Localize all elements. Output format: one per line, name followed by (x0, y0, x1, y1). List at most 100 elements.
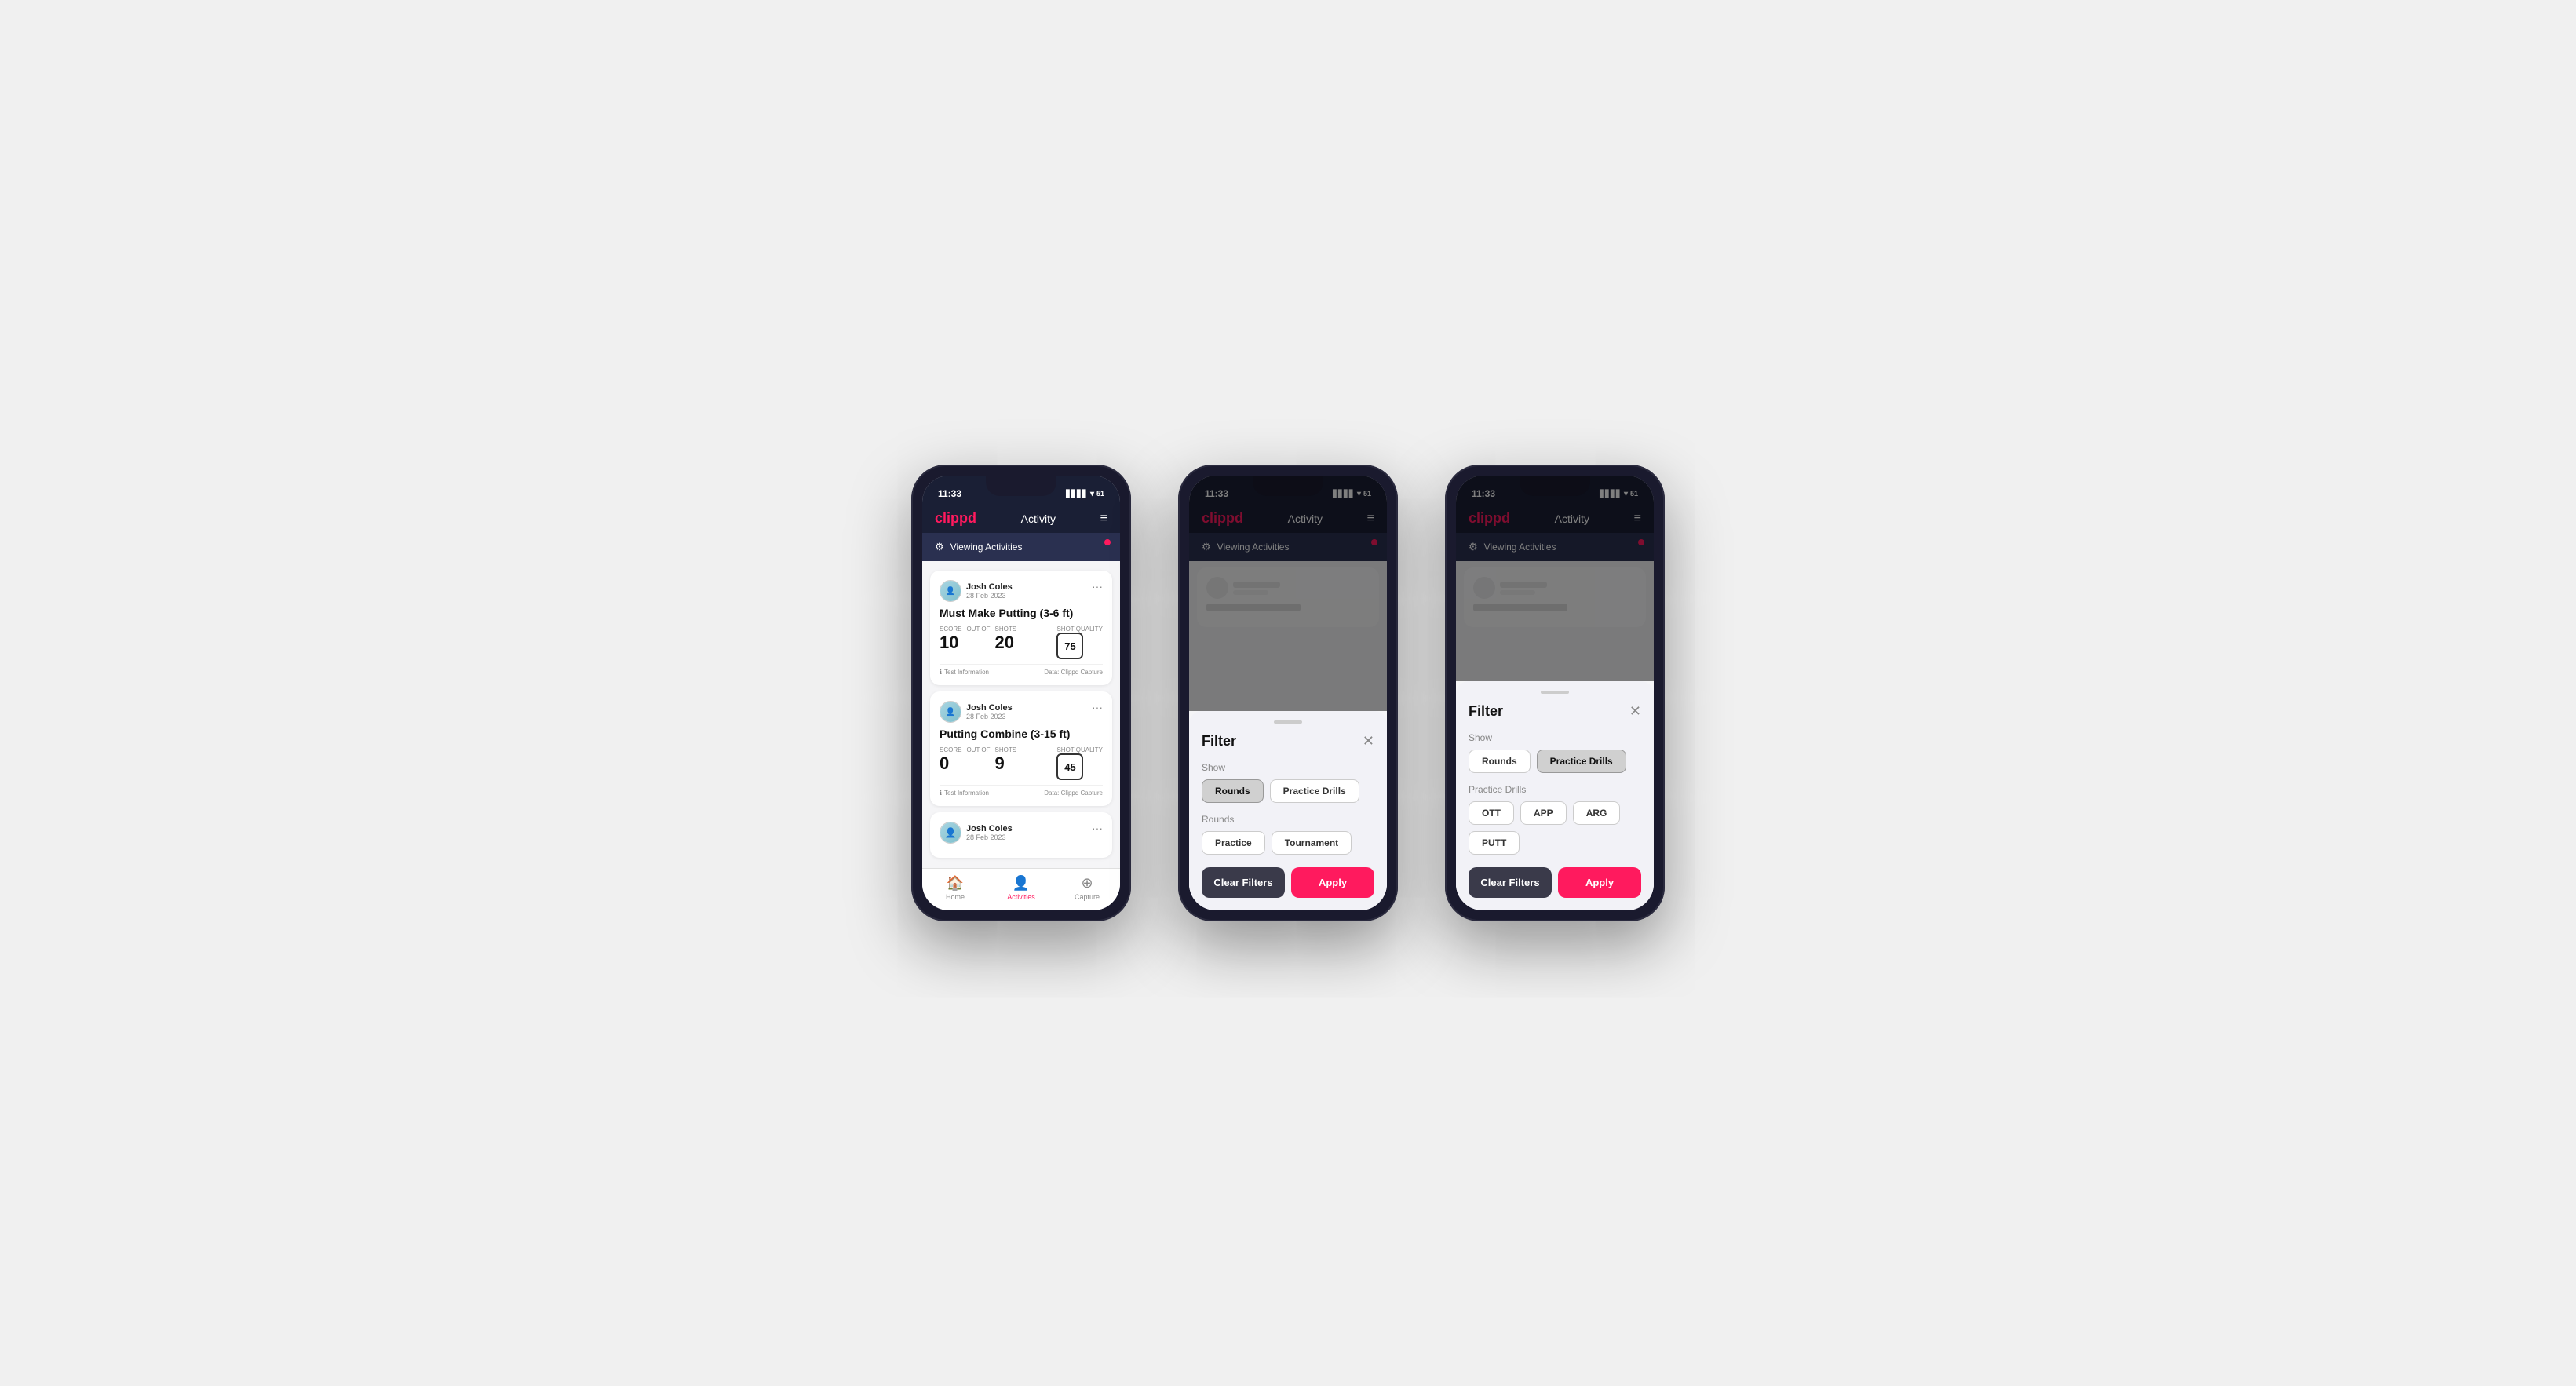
user-date: 28 Feb 2023 (966, 592, 1013, 600)
phone-3-screen: 11:33 ▋▋▋▋ ▾ 51 clippd Activity ≡ ⚙ View… (1456, 476, 1654, 910)
phone-1-screen: 11:33 ▋▋▋▋ ▾ 51 clippd Activity ≡ ⚙ View… (922, 476, 1120, 910)
chip-practice[interactable]: Practice (1202, 831, 1265, 855)
chip-ott[interactable]: OTT (1469, 801, 1514, 825)
score-value: 0 (940, 753, 949, 773)
user-info: 👤 Josh Coles 28 Feb 2023 (940, 701, 1013, 723)
avatar: 👤 (940, 701, 961, 723)
activity-title: Must Make Putting (3-6 ft) (940, 607, 1103, 619)
rounds-section: Rounds Practice Tournament (1202, 814, 1374, 855)
practice-drills-label: Practice Drills (1469, 784, 1641, 795)
status-time: 11:33 (938, 488, 961, 499)
user-name: Josh Coles (966, 582, 1013, 592)
filter-close-button[interactable]: ✕ (1363, 733, 1374, 750)
nav-item-home[interactable]: 🏠 Home (922, 875, 988, 901)
chip-tournament[interactable]: Tournament (1272, 831, 1352, 855)
notification-dot (1104, 539, 1111, 545)
more-options-button[interactable]: ··· (1092, 580, 1103, 593)
nav-icon-capture: ⊕ (1081, 875, 1093, 892)
out-of-label: OUT OF (966, 746, 990, 753)
modal-header: Filter ✕ (1202, 733, 1374, 750)
hamburger-icon[interactable]: ≡ (1100, 512, 1107, 526)
filter-icon: ⚙ (935, 541, 944, 553)
apply-button[interactable]: Apply (1558, 867, 1641, 898)
nav-label-home: Home (946, 893, 965, 901)
overlay-background[interactable] (1456, 476, 1654, 681)
chip-show-rounds[interactable]: Rounds (1469, 750, 1531, 773)
score-label: Score (940, 746, 961, 753)
nav-icon-activities: 👤 (1013, 875, 1030, 892)
info-icon: ℹ (940, 790, 942, 797)
nav-item-activities[interactable]: 👤 Activities (988, 875, 1054, 901)
stats-row: Score 0 OUT OF Shots 9 Shot Quality 45 (940, 746, 1103, 780)
card-footer: ℹ Test Information Data: Clippd Capture (940, 785, 1103, 797)
viewing-bar-text: Viewing Activities (950, 542, 1023, 553)
apply-button[interactable]: Apply (1291, 867, 1374, 898)
more-options-button[interactable]: ··· (1092, 822, 1103, 834)
filter-close-button[interactable]: ✕ (1629, 703, 1641, 720)
stats-row: Score 10 OUT OF Shots 20 Shot Quality 75 (940, 626, 1103, 659)
filter-overlay: Filter ✕ Show RoundsPractice Drills Roun… (1189, 476, 1387, 910)
shot-quality-badge: 75 (1056, 633, 1083, 659)
phone-1: 11:33 ▋▋▋▋ ▾ 51 clippd Activity ≡ ⚙ View… (911, 465, 1131, 921)
user-info: 👤 Josh Coles 28 Feb 2023 (940, 580, 1013, 602)
filter-title: Filter (1202, 733, 1236, 750)
shots-label: Shots (995, 746, 1017, 753)
phone-2: 11:33 ▋▋▋▋ ▾ 51 clippd Activity ≡ ⚙ View… (1178, 465, 1398, 921)
modal-actions: Clear Filters Apply (1202, 867, 1374, 898)
notch (986, 476, 1056, 496)
practice-drills-section: Practice Drills OTTAPPARG PUTT (1469, 784, 1641, 855)
app-header: clippd Activity ≡ (922, 504, 1120, 533)
activity-card: 👤 Josh Coles 28 Feb 2023 ··· Putting Com… (930, 691, 1112, 806)
nav-item-capture[interactable]: ⊕ Capture (1054, 875, 1120, 901)
show-section: Show RoundsPractice Drills (1202, 762, 1374, 803)
overlay-background[interactable] (1189, 476, 1387, 711)
nav-icon-home: 🏠 (947, 875, 964, 892)
phones-container: 11:33 ▋▋▋▋ ▾ 51 clippd Activity ≡ ⚙ View… (911, 465, 1665, 921)
nav-label-capture: Capture (1075, 893, 1100, 901)
score-label: Score (940, 626, 961, 633)
score-value: 10 (940, 633, 958, 652)
modal-handle (1274, 720, 1302, 724)
shot-quality-label: Shot Quality (1056, 626, 1103, 633)
signal-icon: ▋▋▋▋ (1066, 490, 1088, 498)
rounds-chips: Practice Tournament (1202, 831, 1374, 855)
modal-header: Filter ✕ (1469, 703, 1641, 720)
footer-info: ℹ Test Information (940, 790, 989, 797)
footer-info-text: Test Information (944, 790, 989, 797)
chip-arg[interactable]: ARG (1573, 801, 1621, 825)
chip-app[interactable]: APP (1520, 801, 1567, 825)
user-name: Josh Coles (966, 703, 1013, 713)
status-icons: ▋▋▋▋ ▾ 51 (1066, 490, 1104, 498)
activity-title: Putting Combine (3-15 ft) (940, 728, 1103, 740)
card-header: 👤 Josh Coles 28 Feb 2023 ··· (940, 701, 1103, 723)
more-options-button[interactable]: ··· (1092, 701, 1103, 713)
clear-filters-button[interactable]: Clear Filters (1202, 867, 1285, 898)
footer-data-text: Data: Clippd Capture (1044, 669, 1103, 676)
show-label: Show (1469, 732, 1641, 743)
clippd-logo: clippd (935, 510, 976, 527)
rounds-label: Rounds (1202, 814, 1374, 825)
card-header: 👤 Josh Coles 28 Feb 2023 ··· (940, 822, 1103, 844)
filter-title: Filter (1469, 703, 1503, 720)
filter-overlay: Filter ✕ Show Rounds Practice Drills Prac… (1456, 476, 1654, 910)
chip-show-practice-drills[interactable]: Practice Drills (1537, 750, 1626, 773)
wifi-icon: ▾ (1090, 490, 1094, 498)
info-icon: ℹ (940, 669, 942, 676)
user-date: 28 Feb 2023 (966, 833, 1013, 841)
chip-show-rounds[interactable]: Rounds (1202, 779, 1264, 803)
filter-modal: Filter ✕ Show Rounds Practice Drills Prac… (1456, 681, 1654, 910)
phone-2-screen: 11:33 ▋▋▋▋ ▾ 51 clippd Activity ≡ ⚙ View… (1189, 476, 1387, 910)
chip-show-practice-drills[interactable]: Practice Drills (1270, 779, 1359, 803)
chip-putt[interactable]: PUTT (1469, 831, 1520, 855)
shots-label: Shots (995, 626, 1017, 633)
modal-handle (1541, 691, 1569, 694)
activity-card: 👤 Josh Coles 28 Feb 2023 ··· Must Make P… (930, 571, 1112, 685)
viewing-activities-bar[interactable]: ⚙ Viewing Activities (922, 533, 1120, 561)
card-header: 👤 Josh Coles 28 Feb 2023 ··· (940, 580, 1103, 602)
show-section: Show Rounds Practice Drills (1469, 732, 1641, 773)
practice-drills-chips: OTTAPPARG PUTT (1469, 801, 1641, 855)
header-title: Activity (1021, 512, 1056, 525)
footer-info: ℹ Test Information (940, 669, 989, 676)
show-chips: RoundsPractice Drills (1202, 779, 1374, 803)
clear-filters-button[interactable]: Clear Filters (1469, 867, 1552, 898)
